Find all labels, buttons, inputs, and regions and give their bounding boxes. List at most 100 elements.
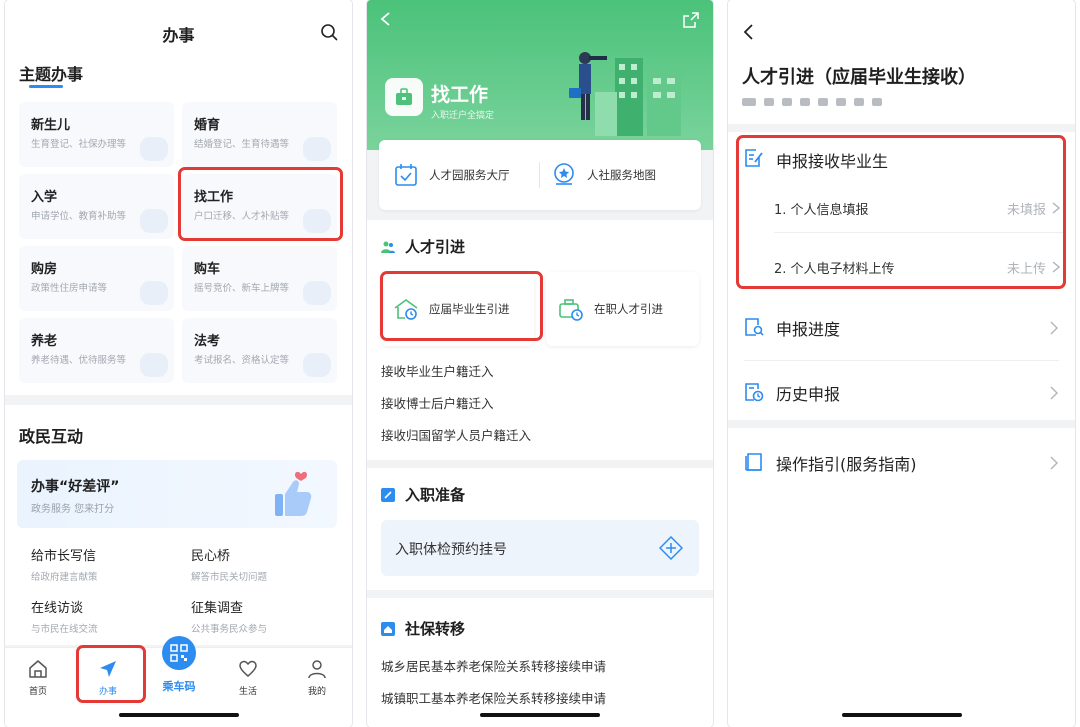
step-personal-info[interactable]: 1. 个人信息填报 未填报 xyxy=(774,199,1064,221)
grid-name: 民心桥 xyxy=(191,549,231,564)
grid-item-survey[interactable]: 征集调查 公共事务民众参与 xyxy=(191,597,267,635)
phone-service-home: 办事 主题办事 新生儿 生育登记、社保办理等 婚育 结婚登记、生育待遇等 入学 … xyxy=(5,0,352,727)
row-guide[interactable]: 操作指引(服务指南) xyxy=(728,448,1075,478)
tab-home[interactable]: 首页 xyxy=(13,658,63,697)
page-title: 找工作 xyxy=(431,84,489,106)
bottom-tab-bar: 首页 办事 乘车码 生活 我的 xyxy=(5,636,352,727)
grid-item-mayor-letter[interactable]: 给市长写信 给政府建言献策 xyxy=(31,545,98,583)
tile-sub: 生育登记、社保办理等 xyxy=(31,139,127,150)
heart-icon xyxy=(239,660,257,677)
section-title: 社保转移 xyxy=(381,618,465,639)
qr-code-icon xyxy=(170,644,188,662)
step-label: 2. 个人电子材料上传 xyxy=(774,262,895,277)
grid-sub: 与市民在线交流 xyxy=(31,624,98,635)
appointment-label: 入职体检预约挂号 xyxy=(395,542,507,558)
tile-name: 新生儿 xyxy=(31,118,71,133)
employed-intro-button[interactable]: 在职人才引进 xyxy=(546,272,699,346)
history-clock-icon xyxy=(745,383,764,402)
map-pin-star-icon xyxy=(554,163,574,185)
tab-label: 我的 xyxy=(307,687,326,697)
tile-name: 购房 xyxy=(31,262,58,277)
certificate-icon xyxy=(303,137,331,161)
section-title-text: 人才引进 xyxy=(405,238,466,256)
tile-school[interactable]: 入学 申请学位、教育补助等 xyxy=(19,174,174,239)
share-icon[interactable] xyxy=(683,12,699,28)
building-icon xyxy=(140,281,168,305)
tab-label: 首页 xyxy=(28,687,47,697)
home-icon xyxy=(29,660,47,678)
home-indicator xyxy=(118,713,239,717)
tile-car[interactable]: 购车 摇号竞价、新车上牌等 xyxy=(182,246,337,311)
tile-pension[interactable]: 养老 养老待遇、优待服务等 xyxy=(19,318,174,383)
step-status: 未填报 xyxy=(1006,203,1046,218)
section-gap xyxy=(728,124,1075,132)
intro-label: 在职人才引进 xyxy=(594,302,663,316)
car-icon xyxy=(303,281,331,305)
graduate-home-icon xyxy=(394,299,418,320)
section-title-text: 社保转移 xyxy=(405,620,466,638)
tile-house[interactable]: 购房 政策性住房申请等 xyxy=(19,246,174,311)
row-history[interactable]: 历史申报 xyxy=(728,378,1075,408)
row-apply-progress[interactable]: 申报进度 xyxy=(728,313,1075,343)
step-upload-materials[interactable]: 2. 个人电子材料上传 未上传 xyxy=(774,258,1064,280)
row-label: 操作指引(服务指南) xyxy=(776,455,917,474)
link-rural-pension-transfer[interactable]: 城乡居民基本养老保险关系转移接续申请 xyxy=(381,656,606,675)
apply-receive-graduate: 申报接收毕业生 xyxy=(728,144,1075,174)
back-arrow-icon[interactable] xyxy=(379,12,393,26)
service-map-link[interactable]: 人社服务地图 xyxy=(551,162,656,188)
link-graduate-hukou[interactable]: 接收毕业生户籍迁入 xyxy=(381,361,494,380)
medical-plus-icon xyxy=(659,536,683,560)
tile-law-exam[interactable]: 法考 考试报名、资格认定等 xyxy=(182,318,337,383)
tab-mine[interactable]: 我的 xyxy=(292,658,342,697)
topic-services-card: 主题办事 新生儿 生育登记、社保办理等 婚育 结婚登记、生育待遇等 入学 申请学… xyxy=(5,55,352,395)
grid-item-bridge[interactable]: 民心桥 解答市民关切问题 xyxy=(191,545,267,583)
grid-name: 在线访谈 xyxy=(31,601,84,616)
page-title: 办事 xyxy=(162,26,195,45)
tab-service[interactable]: 办事 xyxy=(83,658,133,697)
divider xyxy=(539,162,540,188)
rating-banner[interactable]: 办事“好差评” 政务服务 您来打分 xyxy=(17,460,337,528)
tile-find-job[interactable]: 找工作 户口迁移、人才补贴等 xyxy=(182,174,337,239)
search-icon[interactable] xyxy=(320,23,338,41)
link-postdoc-hukou[interactable]: 接收博士后户籍迁入 xyxy=(381,393,494,412)
row-label: 申报接收毕业生 xyxy=(776,152,889,171)
tab-life[interactable]: 生活 xyxy=(223,658,273,697)
grid-sub: 解答市民关切问题 xyxy=(191,572,268,583)
grid-name: 给市长写信 xyxy=(31,549,97,564)
bus-code-button[interactable] xyxy=(162,636,196,670)
service-hall-link[interactable]: 人才园服务大厅 xyxy=(393,162,510,188)
interaction-card: 政民互动 办事“好差评” 政务服务 您来打分 给市长写信 给政府建言献策 民心桥… xyxy=(5,405,352,645)
row-label: 历史申报 xyxy=(776,385,841,404)
link-urban-pension-transfer[interactable]: 城镇职工基本养老保险关系转移接续申请 xyxy=(381,688,606,707)
row-label: 申报进度 xyxy=(776,320,841,339)
tile-sub: 申请学位、教育补助等 xyxy=(31,211,127,222)
baby-icon xyxy=(140,137,168,161)
briefcase-icon xyxy=(396,88,412,105)
social-security-card: 社保转移 城乡居民基本养老保险关系转移接续申请 城镇职工基本养老保险关系转移接续… xyxy=(367,598,713,727)
user-icon xyxy=(308,660,326,679)
step-status: 未上传 xyxy=(1006,262,1046,277)
section-gap xyxy=(728,420,1075,428)
back-arrow-icon[interactable] xyxy=(742,24,754,40)
home-indicator xyxy=(480,713,600,717)
briefcase-icon xyxy=(303,209,331,233)
link-overseas-hukou[interactable]: 接收归国留学人员户籍迁入 xyxy=(381,425,531,444)
section-title: 政民互动 xyxy=(19,427,84,446)
grid-item-interview[interactable]: 在线访谈 与市民在线交流 xyxy=(31,597,98,635)
header: 办事 xyxy=(5,0,352,62)
grid-sub: 给政府建言献策 xyxy=(31,572,98,583)
banner-sub: 政务服务 您来打分 xyxy=(31,504,115,515)
bus-code-label: 乘车码 xyxy=(162,680,196,693)
page-title: 人才引进（应届毕业生接收） xyxy=(742,67,976,88)
step-label: 1. 个人信息填报 xyxy=(774,203,869,218)
graduate-intro-button[interactable]: 应届毕业生引进 xyxy=(381,272,534,346)
tile-sub: 考试报名、资格认定等 xyxy=(194,355,290,366)
chevron-right-icon xyxy=(1052,202,1060,214)
medical-appointment-button[interactable]: 入职体检预约挂号 xyxy=(381,520,699,576)
tile-newborn[interactable]: 新生儿 生育登记、社保办理等 xyxy=(19,102,174,167)
tile-name: 婚育 xyxy=(194,118,221,133)
blurred-subtitle xyxy=(742,98,882,106)
gavel-icon xyxy=(303,353,331,377)
intro-label: 应届毕业生引进 xyxy=(429,302,510,316)
tile-marriage[interactable]: 婚育 结婚登记、生育待遇等 xyxy=(182,102,337,167)
